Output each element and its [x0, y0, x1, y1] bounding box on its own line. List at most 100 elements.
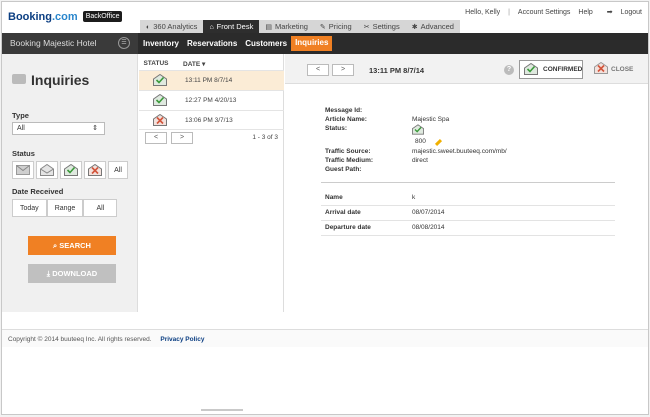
subnav-customers[interactable]: Customers	[241, 33, 291, 54]
app-window: Booking.com BackOffice Hello, Kelly | Ac…	[1, 1, 649, 415]
privacy-policy-link[interactable]: Privacy Policy	[160, 336, 204, 343]
main-tabs: ◐ 360 Analytics ⌂ Front Desk ▤ Marketing ✎ P…	[140, 20, 460, 33]
closed-envelope-icon	[153, 114, 167, 126]
date-today-button[interactable]: Today	[12, 199, 47, 217]
top-bar: Booking.com BackOffice Hello, Kelly | Ac…	[2, 2, 648, 33]
select-arrows-icon: ⇕	[92, 125, 98, 132]
status-confirmed-button[interactable]	[60, 161, 82, 179]
page-title-text: Inquiries	[31, 72, 90, 88]
date-all-button[interactable]: All	[83, 199, 118, 217]
close-button[interactable]: CLOSE	[594, 61, 633, 76]
hotel-name: Booking Majestic Hotel	[10, 38, 97, 48]
detail-next-button[interactable]: >	[332, 64, 354, 76]
bottom-handle	[201, 409, 243, 411]
type-select[interactable]: All ⇕	[12, 122, 105, 135]
subnav-inventory[interactable]: Inventory	[139, 33, 183, 54]
detail-toolbar: < > 13:11 PM 8/7/14 ? CONFIRMED CLOSE	[285, 54, 648, 84]
brand-logo[interactable]: Booking.com BackOffice	[8, 11, 123, 23]
article-name-label: Article Name:	[325, 116, 367, 123]
brand-domain: .com	[52, 11, 78, 23]
download-button[interactable]: ⤓ DOWNLOAD	[28, 264, 116, 283]
message-id-label: Message Id:	[325, 107, 363, 114]
backoffice-badge: BackOffice	[82, 11, 123, 22]
subnav-reservations[interactable]: Reservations	[183, 33, 241, 54]
status-label: Status	[12, 149, 35, 158]
type-select-value: All	[17, 125, 25, 132]
list-count: 1 - 3 of 3	[252, 134, 278, 141]
departure-date-value: 08/08/2014	[412, 224, 445, 231]
status-field-label: Status:	[325, 125, 348, 132]
detail-timestamp: 13:11 PM 8/7/14	[369, 66, 425, 75]
tag-icon: ✎	[319, 24, 326, 31]
tab-pricing[interactable]: ✎ Pricing	[314, 20, 358, 33]
envelope-icon	[16, 165, 30, 175]
tab-marketing[interactable]: ▤ Marketing	[259, 20, 314, 33]
confirmed-button[interactable]: CONFIRMED	[519, 60, 583, 79]
document-icon: ▤	[265, 24, 272, 31]
gear-icon: ✱	[411, 24, 418, 31]
list-item-date: 13:06 PM 3/7/13	[185, 117, 233, 124]
list-pager: < > 1 - 3 of 3	[139, 130, 284, 146]
chat-icon	[12, 74, 26, 84]
list-item[interactable]: 13:11 PM 8/7/14	[139, 70, 284, 90]
list-next-button[interactable]: >	[171, 132, 193, 144]
account-settings-link[interactable]: Account Settings	[518, 9, 571, 16]
list-item[interactable]: 13:06 PM 3/7/13	[139, 110, 284, 130]
status-closed-button[interactable]	[84, 161, 106, 179]
traffic-medium-value: direct	[412, 157, 428, 164]
confirmed-envelope-icon	[412, 124, 424, 137]
status-open-button[interactable]	[36, 161, 58, 179]
nav-bar: Booking Majestic Hotel ☰ Inventory Reser…	[2, 33, 648, 54]
logout-link[interactable]: ➡ Logout	[601, 9, 642, 16]
edit-icon[interactable]	[434, 138, 443, 147]
help-link[interactable]: Help	[578, 9, 592, 16]
tab-settings[interactable]: ✂ Settings	[358, 20, 406, 33]
inquiry-detail: < > 13:11 PM 8/7/14 ? CONFIRMED CLOSE Me…	[285, 54, 648, 312]
sub-nav: Inventory Reservations Customers Inquiri…	[139, 33, 333, 54]
departure-date-label: Departure date	[325, 224, 371, 231]
help-icon[interactable]: ?	[504, 65, 514, 75]
user-greeting: Hello, Kelly	[465, 9, 501, 16]
date-column-header[interactable]: DATE ▾	[183, 60, 205, 68]
date-received-label: Date Received	[12, 187, 64, 196]
arrival-date-label: Arrival date	[325, 209, 361, 216]
hotel-menu-icon[interactable]: ☰	[118, 37, 130, 49]
list-prev-button[interactable]: <	[145, 132, 167, 144]
tab-advanced[interactable]: ✱ Advanced	[406, 20, 460, 33]
confirmed-envelope-icon	[153, 94, 167, 106]
date-range-button[interactable]: Range	[46, 199, 84, 217]
traffic-source-label: Traffic Source:	[325, 148, 371, 155]
logout-label: Logout	[620, 9, 642, 16]
status-all-button[interactable]: All	[108, 161, 128, 179]
closed-envelope-icon	[88, 164, 102, 176]
closed-envelope-icon	[594, 61, 608, 76]
confirmed-envelope-icon	[64, 164, 78, 176]
hotel-selector[interactable]: Booking Majestic Hotel ☰	[2, 33, 138, 54]
name-label: Name	[325, 194, 343, 201]
divider	[321, 235, 615, 236]
tab-label: Pricing	[328, 22, 352, 31]
traffic-medium-label: Traffic Medium:	[325, 157, 374, 164]
confirmed-envelope-icon	[153, 74, 167, 86]
detail-prev-button[interactable]: <	[307, 64, 329, 76]
status-column-header[interactable]: STATUS	[139, 60, 173, 67]
arrival-date-value: 08/07/2014	[412, 209, 445, 216]
status-new-button[interactable]	[12, 161, 34, 179]
article-name-value: Majestic Spa	[412, 116, 450, 123]
tab-360-analytics[interactable]: ◐ 360 Analytics	[140, 20, 203, 33]
tab-front-desk[interactable]: ⌂ Front Desk	[203, 20, 260, 33]
separator: |	[508, 9, 510, 16]
brand-name: Booking	[8, 11, 52, 23]
page-title: Inquiries	[12, 72, 89, 88]
search-button[interactable]: ⌕ SEARCH	[28, 236, 116, 255]
copyright-text: Copyright © 2014 buuteeq Inc. All rights…	[8, 336, 152, 343]
status-filter: All	[12, 161, 130, 179]
divider	[321, 182, 615, 183]
user-links: Hello, Kelly | Account Settings Help ➡ L…	[459, 8, 642, 16]
name-value: k	[412, 194, 416, 201]
list-item[interactable]: 12:27 PM 4/20/13	[139, 90, 284, 110]
date-filter: Today Range All	[12, 199, 118, 217]
subnav-inquiries[interactable]: Inquiries	[291, 36, 333, 51]
divider	[321, 220, 615, 221]
tab-label: 360 Analytics	[153, 22, 198, 31]
